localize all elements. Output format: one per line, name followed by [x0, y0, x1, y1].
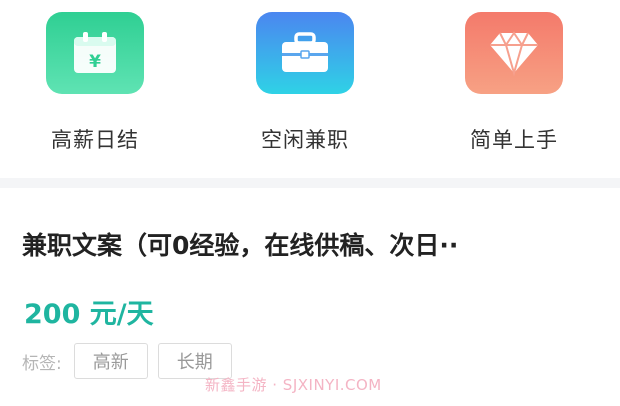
svg-text:¥: ¥ — [89, 52, 101, 72]
job-salary: 200 元/天 — [24, 299, 154, 330]
job-title[interactable]: 兼职文案（可0经验，在线供稿、次日·· — [22, 226, 620, 262]
category-easy-start[interactable]: 简单上手 — [424, 12, 604, 154]
category-high-pay-daily[interactable]: ¥ 高薪日结 — [5, 12, 185, 154]
briefcase-icon — [282, 32, 328, 72]
calendar-yen-icon: ¥ — [74, 32, 116, 73]
tags-label: 标签: — [22, 353, 62, 374]
category-spare-time[interactable]: 空闲兼职 — [215, 12, 395, 154]
category-label: 简单上手 — [470, 128, 558, 152]
category-tile[interactable] — [256, 12, 354, 94]
page: ¥ 高薪日结 空闲兼职 简单上手 兼职文案（可0经验，在线供稿、次日·· 200… — [0, 0, 620, 406]
category-tile[interactable]: ¥ — [46, 12, 144, 94]
category-label: 空闲兼职 — [261, 128, 349, 152]
watermark: 新鑫手游 · SJXINYI.COM — [205, 376, 382, 394]
job-card[interactable]: 兼职文案（可0经验，在线供稿、次日·· 200 元/天 标签: 高新 长期 新鑫… — [0, 188, 620, 406]
diamond-icon — [490, 31, 538, 76]
section-divider — [0, 178, 620, 188]
category-label: 高薪日结 — [51, 128, 139, 152]
tag-high-pay: 高新 — [73, 343, 148, 379]
category-row: ¥ 高薪日结 空闲兼职 简单上手 — [0, 0, 620, 178]
category-tile[interactable] — [465, 12, 563, 94]
